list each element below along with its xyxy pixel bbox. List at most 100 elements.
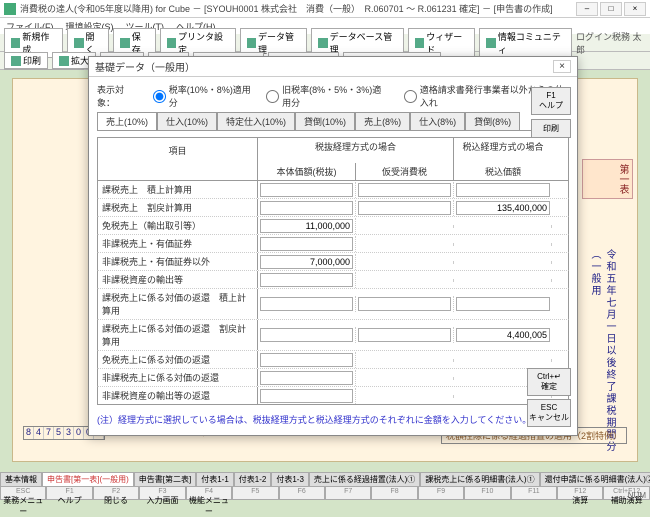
print-button[interactable]: 印刷 (4, 52, 48, 69)
window-title: 消費税の達人(令和05年度以降用) for Cube － [SYOUH0001 … (20, 2, 576, 15)
maximize-button[interactable]: □ (600, 2, 622, 16)
fkey-F4[interactable]: F4機能メニュー (186, 486, 232, 500)
new-icon (11, 38, 20, 48)
grid-row: 免税売上に係る対価の返還 (97, 351, 569, 369)
sheet-tab[interactable]: 付表1-2 (234, 472, 272, 486)
tab-baddebt-10[interactable]: 貸倒(10%) (295, 112, 355, 130)
fkey-F12[interactable]: F12演算 (557, 486, 603, 500)
amount-input[interactable] (456, 297, 550, 311)
minimize-button[interactable]: – (576, 2, 598, 16)
info-button[interactable]: 情報コミュニティ (479, 28, 571, 58)
dialog-close-button[interactable]: × (553, 60, 571, 73)
dialog-ok-button[interactable]: Ctrl+↵確定 (527, 368, 571, 396)
amount-input[interactable] (456, 183, 550, 197)
fkey-F11[interactable]: F11 (511, 486, 557, 500)
subcol-body: 本体価額(税抜) (258, 163, 356, 180)
subcol-incl: 税込価額 (454, 163, 552, 180)
zoom-in-icon (59, 56, 69, 66)
sheet-tab[interactable]: 基本情報 (0, 472, 42, 486)
dialog-body: 表示対象： 税率(10%・8%)適用分 旧税率(8%・5%・3%)適用分 適格請… (89, 77, 577, 435)
grid-header: 項目 税抜経理方式の場合 税込経理方式の場合 (97, 137, 569, 163)
sheet-tab[interactable]: 還付申請に係る明細書(法人)② (540, 472, 650, 486)
grid-row: 非課税売上に係る対価の返還 (97, 369, 569, 387)
grid-row: 非課税資産の輸出等 (97, 271, 569, 289)
fkey-F3[interactable]: F3入力画面 (139, 486, 185, 500)
print-icon (11, 56, 21, 66)
row-label: 課税売上 割戻計算用 (98, 199, 258, 216)
amount-input[interactable] (260, 255, 353, 269)
amount-input[interactable] (358, 297, 451, 311)
sheet-tab[interactable]: 課税売上に係る明細書(法人)① (420, 472, 539, 486)
amount-input[interactable] (456, 201, 550, 215)
amount-input[interactable] (260, 353, 353, 367)
dialog-side-buttons: F1ヘルプ 印刷 (531, 87, 571, 142)
fkey-F5[interactable]: F5 (232, 486, 278, 500)
amount-input[interactable] (260, 201, 353, 215)
fkey-F6[interactable]: F6 (279, 486, 325, 500)
dialog-help-button[interactable]: F1ヘルプ (531, 87, 571, 115)
amount-input[interactable] (456, 328, 550, 342)
radio-old-rate[interactable]: 旧税率(8%・5%・3%)適用分 (266, 83, 390, 109)
sheet-tab[interactable]: 申告書[第二表] (134, 472, 196, 486)
grid-subheader: 本体価額(税抜) 仮受消費税 税込価額 (97, 163, 569, 181)
radio-input-1[interactable] (153, 90, 166, 103)
status-num: NUM (628, 491, 646, 500)
grid-row: 課税売上に係る対価の返還 積上計算用 (97, 289, 569, 320)
grid-row: 課税売上に係る対価の返還 割戻計算用 (97, 320, 569, 351)
amount-input[interactable] (260, 389, 353, 403)
row-label: 課税売上に係る対価の返還 割戻計算用 (98, 320, 258, 350)
sheet-tab[interactable]: 申告書[第一表](一般用) (42, 472, 134, 486)
tab-purchase-10[interactable]: 仕入(10%) (157, 112, 217, 130)
radio-input-3[interactable] (404, 90, 417, 103)
row-label: 非課税売上・有価証券以外 (98, 253, 258, 270)
dialog-cancel-button[interactable]: ESCキャンセル (527, 399, 571, 427)
amount-input[interactable] (260, 371, 353, 385)
fkey-ESC[interactable]: ESC業務メニュー (0, 486, 46, 500)
display-target-row: 表示対象： 税率(10%・8%)適用分 旧税率(8%・5%・3%)適用分 適格請… (97, 83, 569, 109)
row-label: 非課税売上・有価証券 (98, 235, 258, 252)
amount-input[interactable] (358, 183, 451, 197)
data-icon (247, 38, 256, 48)
tab-specific-10[interactable]: 特定仕入(10%) (217, 112, 295, 130)
dialog-print-button[interactable]: 印刷 (531, 119, 571, 138)
footnote: (注）経理方式に選択している場合は、税抜経理方式と税込経理方式のそれぞれに金額を… (97, 413, 569, 426)
dialog-title-bar: 基礎データ（一般用） × (89, 57, 577, 77)
fkey-F9[interactable]: F9 (418, 486, 464, 500)
amount-input[interactable] (260, 237, 353, 251)
grid-row: 非課税資産の輸出等の返還 (97, 387, 569, 405)
sheet-tab[interactable]: 付表1-1 (196, 472, 234, 486)
fkey-F8[interactable]: F8 (371, 486, 417, 500)
row-label: 免税売上に係る対価の返還 (98, 351, 258, 368)
function-key-bar: ESC業務メニューF1ヘルプF2閉じるF3入力画面F4機能メニューF5F6F7F… (0, 486, 650, 500)
sheet-tab[interactable]: 売上に係る経過措置(法人)① (309, 472, 420, 486)
tab-baddebt-8[interactable]: 貸倒(8%) (465, 112, 520, 130)
amount-input[interactable] (260, 183, 353, 197)
tab-sales-10[interactable]: 売上(10%) (97, 112, 157, 130)
row-label: 非課税売上に係る対価の返還 (98, 369, 258, 386)
amount-input[interactable] (260, 219, 353, 233)
radio-rate-10-8[interactable]: 税率(10%・8%)適用分 (153, 83, 252, 109)
tab-sales-8[interactable]: 売上(8%) (355, 112, 410, 130)
data-grid: 項目 税抜経理方式の場合 税込経理方式の場合 本体価額(税抜) 仮受消費税 税込… (97, 137, 569, 405)
row-label: 免税売上（輸出取引等） (98, 217, 258, 234)
tab-purchase-8[interactable]: 仕入(8%) (410, 112, 465, 130)
db-icon (318, 38, 327, 48)
side-tab-first[interactable]: 第一表 (582, 159, 633, 199)
fkey-F10[interactable]: F10 (464, 486, 510, 500)
save-icon (120, 38, 129, 48)
amount-input[interactable] (358, 201, 451, 215)
amount-input[interactable] (260, 328, 353, 342)
login-user: ログイン税務 太郎 (576, 30, 646, 56)
amount-input[interactable] (260, 273, 353, 287)
amount-input[interactable] (260, 297, 353, 311)
radio-input-2[interactable] (266, 90, 279, 103)
col-tax-excl: 税抜経理方式の場合 (258, 138, 454, 163)
sheet-tab[interactable]: 付表1-3 (271, 472, 309, 486)
fkey-F2[interactable]: F2閉じる (93, 486, 139, 500)
fkey-F7[interactable]: F7 (325, 486, 371, 500)
fkey-F1[interactable]: F1ヘルプ (46, 486, 92, 500)
row-label: 非課税資産の輸出等 (98, 271, 258, 288)
amount-input[interactable] (358, 328, 451, 342)
close-button[interactable]: × (624, 2, 646, 16)
dialog-title: 基礎データ（一般用） (95, 59, 195, 74)
